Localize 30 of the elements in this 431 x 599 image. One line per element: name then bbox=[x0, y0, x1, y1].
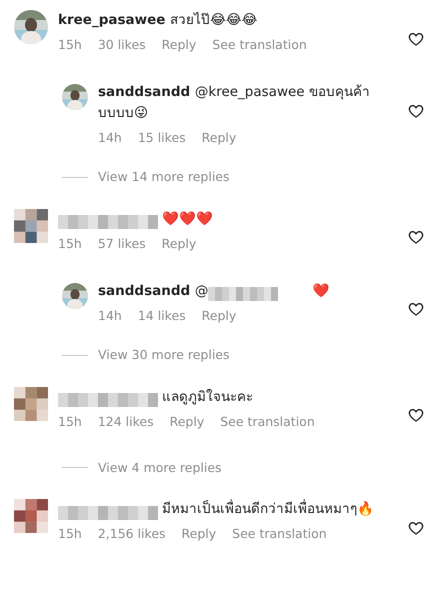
comment-time: 15h bbox=[58, 234, 82, 253]
view-more-replies-link[interactable]: View 4 more replies bbox=[98, 458, 222, 478]
reply-link[interactable]: Reply bbox=[182, 523, 216, 544]
comment-text: มีหมาเป็นเพื่อนดีกว่ามีเพื่อนหมาๆ🔥 bbox=[58, 499, 400, 520]
likes-count-link[interactable]: 124 likes bbox=[98, 410, 154, 432]
comment-time: 15h bbox=[58, 525, 82, 544]
likes-count-link[interactable]: 57 likes bbox=[98, 232, 146, 254]
view-more-replies-link[interactable]: View 14 more replies bbox=[98, 168, 230, 187]
likes-count-link[interactable]: 30 likes bbox=[98, 34, 146, 55]
comment-text: kree_pasawee สวยไป๊😂😂😂 bbox=[58, 11, 258, 30]
view-more-replies-link[interactable]: View 30 more replies bbox=[98, 346, 230, 364]
see-translation-link[interactable]: See translation bbox=[220, 410, 315, 432]
reply-link[interactable]: Reply bbox=[162, 232, 196, 254]
comment-time: 14h bbox=[98, 129, 122, 147]
comment-text: sanddsandd @kree_pasawee ขอบคุนค้าบบบบ😜 bbox=[98, 83, 371, 123]
comment-text: แลดูภูมิใจนะคะ bbox=[58, 386, 400, 408]
reply-link[interactable]: Reply bbox=[162, 34, 196, 55]
comment-text: sanddsandd @ ❤ bbox=[98, 280, 400, 302]
likes-count-link[interactable]: 15 likes bbox=[138, 127, 186, 148]
reply-link[interactable]: Reply bbox=[202, 304, 236, 326]
comment-time: 15h bbox=[58, 412, 82, 430]
reply-link[interactable]: Reply bbox=[170, 410, 204, 432]
likes-count-link[interactable]: 14 likes bbox=[138, 304, 186, 326]
reply-link[interactable]: Reply bbox=[202, 127, 236, 148]
comment-time: 15h bbox=[58, 36, 82, 54]
see-translation-link[interactable]: See translation bbox=[232, 523, 327, 544]
likes-count-link[interactable]: 2,156 likes bbox=[98, 523, 166, 544]
see-translation-link[interactable]: See translation bbox=[212, 34, 307, 55]
comment-time: 14h bbox=[98, 306, 122, 325]
comment-text: ❤❤❤ bbox=[58, 208, 400, 230]
